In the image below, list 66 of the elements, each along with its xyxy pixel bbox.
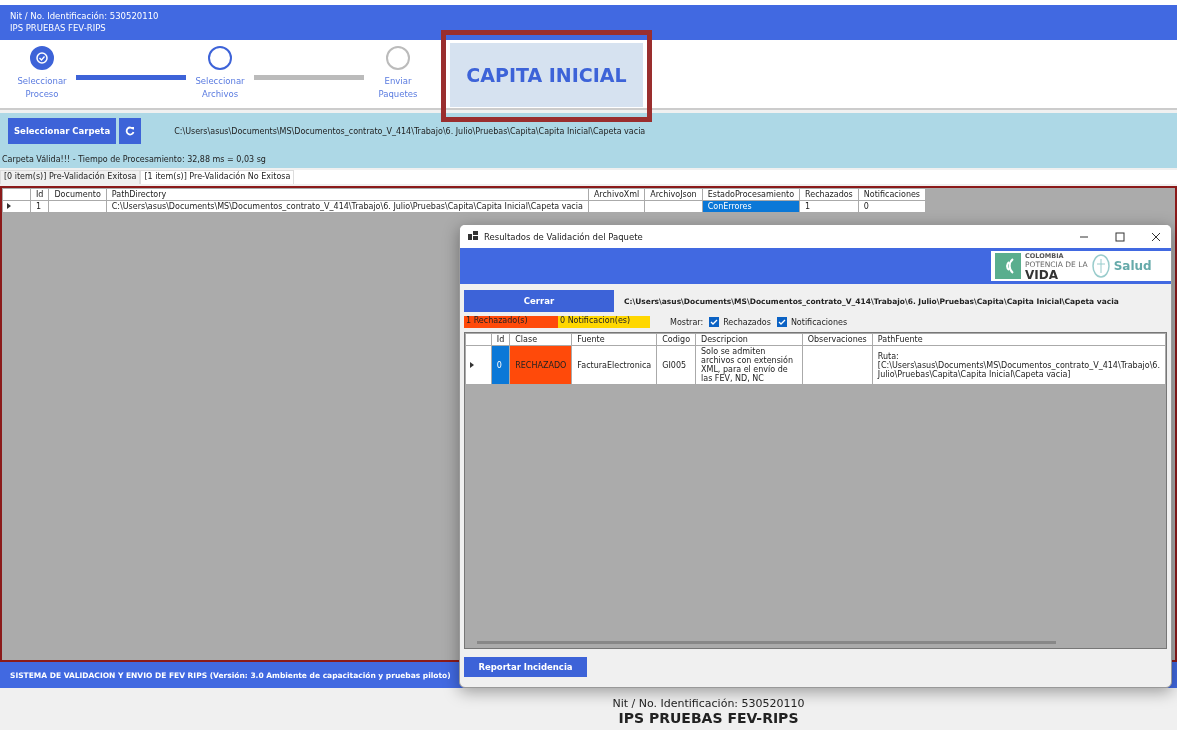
column-header: PathDirectory	[106, 188, 589, 201]
company-name: IPS PRUEBAS FEV-RIPS	[618, 710, 799, 726]
column-header: PathFuente	[872, 333, 1166, 346]
row-pointer-icon	[470, 360, 474, 370]
filter-label: Mostrar:	[670, 317, 704, 327]
column-header: Id	[491, 333, 510, 346]
table-cell[interactable]	[48, 200, 107, 213]
emblem-icon	[1091, 254, 1110, 278]
step-label: Seleccionar Proceso	[16, 75, 68, 101]
column-header: ArchivoXml	[588, 188, 645, 201]
checkbox[interactable]	[709, 317, 720, 327]
report-incident-button[interactable]: Reportar Incidencia	[464, 657, 587, 677]
count-badge: 1 Rechazado(s)	[464, 316, 558, 328]
folder-path: C:\Users\asus\Documents\MS\Documentos_contrato_V_414\Trabajo\6. Julio\Pruebas\Capita\Capita Inicial\Capeta vacia	[174, 126, 646, 136]
step-label: Enviar Paquetes	[377, 75, 419, 101]
tab[interactable]: [0 item(s)] Pre-Validación Exitosa	[0, 170, 141, 184]
nit-label: Nit / No. Identificación: 530520110	[10, 10, 160, 22]
refresh-button[interactable]	[119, 118, 142, 144]
filter-checkbox[interactable]: Notificaciones	[776, 317, 848, 327]
table-cell: Ruta: [C:\Users\asus\Documents\MS\Documentos_contrato_V_414\Trabajo\6. Julio\Pruebas\Capita\Capita Inicial\Capeta vacia]	[872, 345, 1166, 385]
table-cell	[802, 345, 873, 385]
status-message: Carpeta Válida!!! - Tiempo de Procesamiento: 32,88 ms = 0,03 sg	[2, 155, 267, 164]
row-pointer-icon	[7, 202, 11, 211]
close-button[interactable]: Cerrar	[464, 290, 614, 312]
table-cell: Solo se admiten archivos con extensión XML, para el envío de las FEV, ND, NC	[695, 345, 803, 385]
step-circle-icon[interactable]	[208, 46, 232, 70]
checkbox-label: Notificaciones	[790, 317, 848, 327]
column-header: Documento	[48, 188, 107, 201]
checkbox[interactable]	[776, 317, 787, 327]
tab[interactable]: [1 item(s)] Pre-Validación No Exitosa	[140, 170, 295, 184]
column-header: Fuente	[571, 333, 657, 346]
column-header: Clase	[509, 333, 572, 346]
horizontal-scrollbar[interactable]	[477, 641, 1056, 644]
process-title: CAPITA INICIAL	[450, 43, 643, 107]
refresh-icon	[125, 126, 136, 136]
nit-label: Nit / No. Identificación: 530520110	[612, 697, 805, 710]
close-icon[interactable]	[1151, 231, 1161, 242]
table-cell[interactable]: 1	[30, 200, 49, 213]
app-icon	[468, 231, 478, 242]
table-cell: RECHAZADO	[509, 345, 572, 385]
column-header: Observaciones	[802, 333, 873, 346]
table-cell[interactable]	[588, 200, 645, 213]
table-cell[interactable]	[644, 200, 703, 213]
company-name: IPS PRUEBAS FEV-RIPS	[10, 22, 107, 34]
column-header: Notificaciones	[858, 188, 926, 201]
column-header: Rechazados	[799, 188, 859, 201]
table-cell[interactable]: C:\Users\asus\Documents\MS\Documentos_contrato_V_414\Trabajo\6. Julio\Pruebas\Capita\Capita Inicial\Capeta vacia	[106, 200, 589, 213]
filter-checkbox[interactable]: Rechazados	[709, 317, 771, 327]
table-cell[interactable]: 0	[858, 200, 926, 213]
column-header: ArchivoJson	[644, 188, 703, 201]
select-folder-button[interactable]: Seleccionar Carpeta	[8, 118, 117, 144]
step-label: Seleccionar Archivos	[194, 75, 246, 101]
column-header: EstadoProcesamiento	[702, 188, 800, 201]
table-cell: FacturaElectronica	[571, 345, 657, 385]
window-title: Resultados de Validación del Paquete	[484, 231, 643, 242]
step-check-icon[interactable]	[30, 46, 54, 70]
column-header: Descripcion	[695, 333, 803, 346]
logo-text: Salud	[1113, 259, 1152, 273]
column-header: Codigo	[656, 333, 696, 346]
table-cell[interactable]: 1	[799, 200, 859, 213]
count-badge: 0 Notificacion(es)	[558, 316, 650, 328]
column-header: Id	[30, 188, 49, 201]
maximize-icon[interactable]	[1115, 231, 1125, 242]
logo-text: VIDA	[1025, 268, 1059, 281]
table-cell: GI005	[656, 345, 696, 385]
checkbox-label: Rechazados	[723, 317, 771, 327]
